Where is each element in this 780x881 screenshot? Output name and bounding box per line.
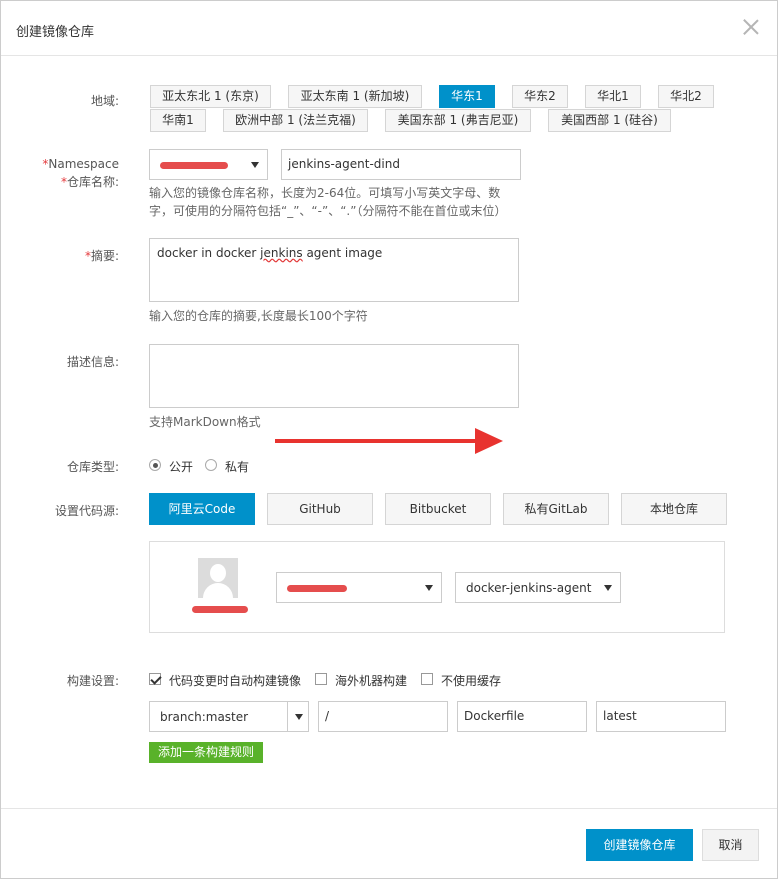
chevron-down-icon	[604, 585, 612, 591]
region-option-singapore[interactable]: 亚太东南 1 (新加坡)	[288, 85, 422, 108]
overseas-build-label: 海外机器构建	[335, 674, 408, 688]
region-option-frankfurt[interactable]: 欧洲中部 1 (法兰克福)	[223, 109, 368, 132]
checkbox-auto-build[interactable]	[149, 673, 161, 685]
tag-input[interactable]: latest	[596, 701, 726, 732]
radio-private[interactable]	[205, 459, 217, 471]
region-label: 地域:	[90, 94, 119, 108]
project-select[interactable]: docker-jenkins-agent	[455, 572, 621, 603]
branch-select[interactable]: branch:master	[149, 701, 309, 732]
chevron-down-icon	[251, 162, 259, 168]
redaction-mark	[160, 162, 228, 169]
code-source-label: 设置代码源:	[54, 504, 119, 518]
close-icon[interactable]	[739, 15, 763, 39]
region-option-north1[interactable]: 华北1	[585, 85, 641, 108]
source-option-aliyun-code[interactable]: 阿里云Code	[149, 493, 255, 525]
summary-text-tail: agent image	[302, 246, 383, 260]
namespace-select[interactable]	[149, 149, 268, 180]
checkbox-overseas-build[interactable]	[315, 673, 327, 685]
region-option-south1[interactable]: 华南1	[150, 109, 206, 132]
avatar	[198, 558, 238, 598]
region-option-east1[interactable]: 华东1	[439, 85, 495, 108]
create-repo-dialog: 创建镜像仓库 地域: 亚太东北 1 (东京) 亚太东南 1 (新加坡) 华东1 …	[0, 0, 778, 879]
region-option-tokyo[interactable]: 亚太东北 1 (东京)	[150, 85, 271, 108]
repo-name-label: *仓库名称:	[60, 175, 119, 189]
dockerfile-input[interactable]: Dockerfile	[457, 701, 587, 732]
footer-divider	[1, 808, 777, 809]
project-select-value: docker-jenkins-agent	[466, 581, 592, 595]
repo-type-label: 仓库类型:	[66, 460, 119, 474]
description-label: 描述信息:	[66, 355, 119, 369]
auto-build-label: 代码变更时自动构建镜像	[169, 674, 302, 688]
redaction-mark	[192, 606, 248, 613]
account-select[interactable]	[276, 572, 442, 603]
source-option-github[interactable]: GitHub	[267, 493, 373, 525]
region-option-silicon-valley[interactable]: 美国西部 1 (硅谷)	[548, 109, 671, 132]
summary-spellcheck-word: jenkins	[260, 246, 303, 260]
checkbox-no-cache[interactable]	[421, 673, 433, 685]
summary-text: docker in docker	[157, 246, 261, 260]
summary-textarea[interactable]: docker in docker jenkins agent image	[149, 238, 519, 302]
source-option-bitbucket[interactable]: Bitbucket	[385, 493, 491, 525]
build-settings-label: 构建设置:	[66, 674, 119, 688]
radio-public[interactable]	[149, 459, 161, 471]
build-dir-input[interactable]: /	[318, 701, 448, 732]
summary-hint: 输入您的仓库的摘要,长度最长100个字符	[149, 309, 368, 323]
summary-label: *摘要:	[84, 249, 119, 263]
redaction-mark	[287, 585, 347, 592]
namespace-label: *Namespace	[42, 157, 119, 171]
cancel-button[interactable]: 取消	[702, 829, 759, 861]
repo-name-input[interactable]: jenkins-agent-dind	[281, 149, 521, 180]
add-build-rule-button[interactable]: 添加一条构建规则	[149, 742, 263, 763]
description-textarea[interactable]	[149, 344, 519, 408]
source-account-panel: docker-jenkins-agent	[149, 541, 725, 633]
branch-select-value: branch:master	[160, 710, 249, 724]
dialog-title: 创建镜像仓库	[16, 25, 95, 40]
dialog-header: 创建镜像仓库	[1, 1, 777, 56]
description-hint: 支持MarkDown格式	[149, 415, 261, 429]
chevron-down-icon	[425, 585, 433, 591]
region-option-virginia[interactable]: 美国东部 1 (弗吉尼亚)	[385, 109, 531, 132]
annotation-arrow-icon	[275, 428, 503, 454]
radio-private-label: 私有	[225, 460, 250, 474]
radio-public-label: 公开	[169, 460, 194, 474]
repo-name-hint: 输入您的镜像仓库名称，长度为2-64位。可填写小写英文字母、数 字，可使用的分隔…	[149, 186, 507, 218]
no-cache-label: 不使用缓存	[441, 674, 502, 688]
chevron-down-icon	[295, 714, 303, 720]
create-repo-button[interactable]: 创建镜像仓库	[586, 829, 693, 861]
region-option-north2[interactable]: 华北2	[658, 85, 714, 108]
region-option-east2[interactable]: 华东2	[512, 85, 568, 108]
source-option-local-repo[interactable]: 本地仓库	[621, 493, 727, 525]
source-option-private-gitlab[interactable]: 私有GitLab	[503, 493, 609, 525]
